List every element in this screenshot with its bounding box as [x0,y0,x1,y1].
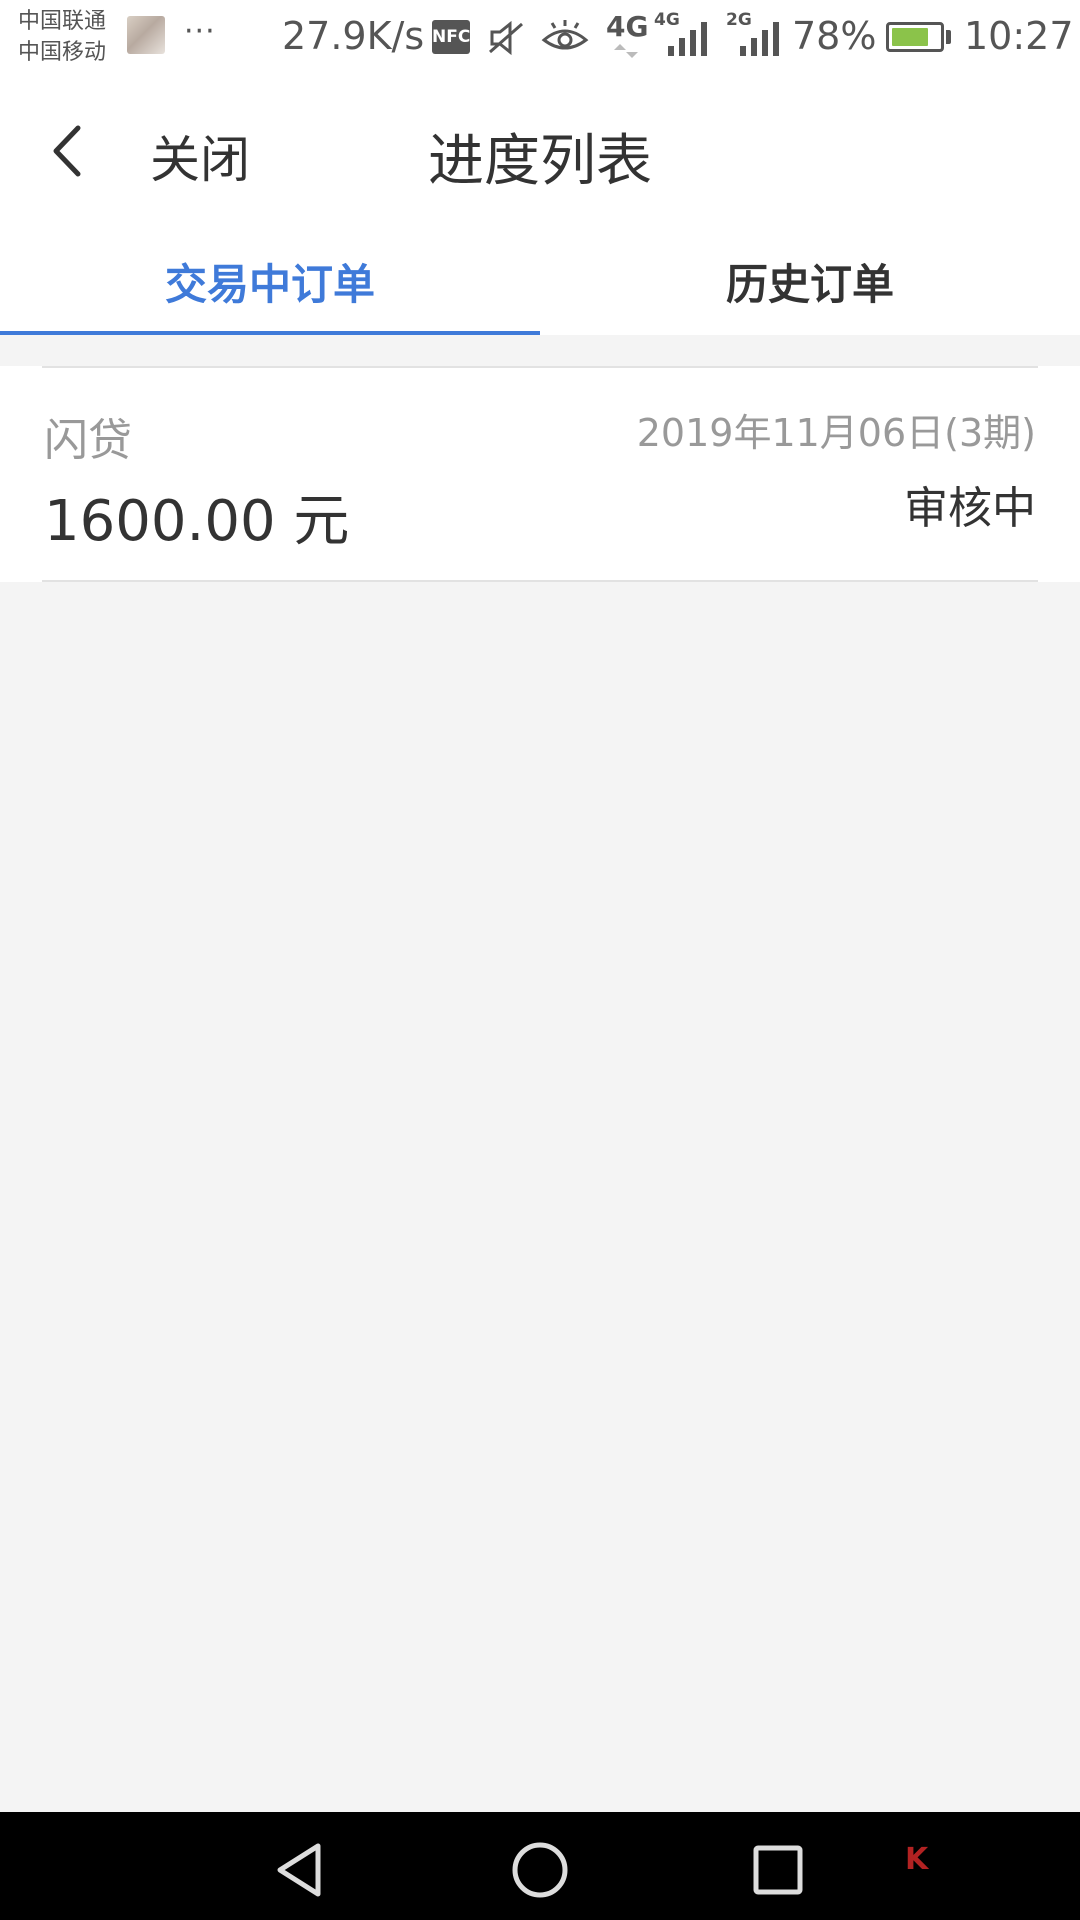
more-notifications-icon: ··· [184,14,216,49]
product-name: 闪贷 [44,415,132,466]
order-list-item[interactable]: 闪贷 2019年11月06日(3期) 1600.00 元 审核中 [0,366,1080,582]
nav-recent-apps-icon[interactable] [748,1840,808,1900]
order-amount: 1600.00 元 [44,489,350,554]
order-status: 审核中 [904,483,1036,534]
tab-history-orders[interactable]: 历史订单 [540,226,1080,335]
nav-home-icon[interactable] [510,1840,570,1900]
clock: 10:27 [964,14,1074,58]
nfc-icon: NFC [432,20,470,54]
signal-strength-icon [668,22,707,56]
navigation-bar: K [0,1812,1080,1920]
status-bar: 中国联通 中国移动 ··· 27.9K/s NFC 4G 4G 2G 78% 1… [0,0,1080,76]
divider [42,366,1038,368]
tab-label: 交易中订单 [164,260,375,309]
order-date: 2019年11月06日(3期) [636,411,1036,455]
carrier-1: 中国联通 [18,9,107,34]
tab-indicator [0,331,540,335]
watermark-logo: K [905,1842,932,1877]
battery-icon [886,22,944,52]
battery-level [892,28,928,46]
data-transfer-icon [614,44,638,58]
divider [42,580,1038,582]
signal-strength-icon-2 [740,22,779,56]
nav-back-icon[interactable] [272,1840,332,1900]
mute-icon [489,20,523,56]
app-header: 关闭 进度列表 [0,76,1080,226]
network-type-1: 4G [606,10,649,43]
tab-active-orders[interactable]: 交易中订单 [0,226,540,335]
network-speed: 27.9K/s [282,14,425,58]
battery-percent: 78% [792,14,877,58]
battery-cap [946,30,951,44]
eye-comfort-icon [541,20,589,50]
notification-avatar-icon [127,16,165,54]
carrier-info: 中国联通 中国移动 [18,6,106,68]
carrier-2: 中国移动 [18,40,107,65]
watermark-mark-icon: K [905,1842,929,1877]
page-title: 进度列表 [428,129,652,194]
order-tabs: 交易中订单 历史订单 [0,226,1080,335]
tab-label: 历史订单 [725,260,894,309]
